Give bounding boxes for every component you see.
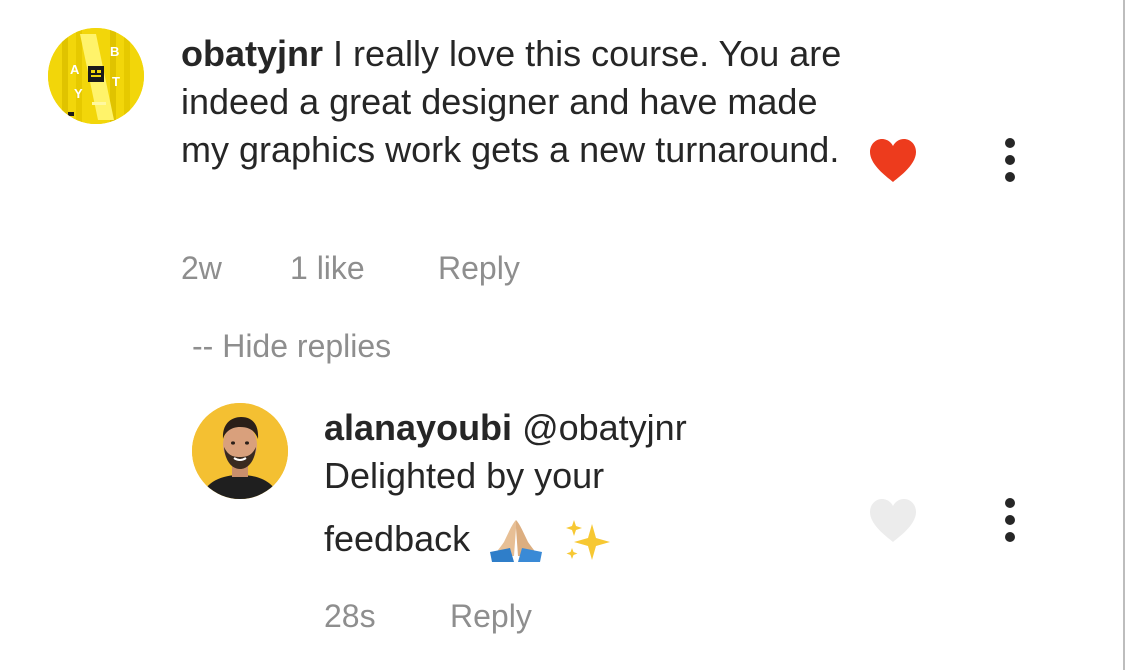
avatar-obatyjnr[interactable]: A B T Y bbox=[48, 28, 144, 124]
comment-like-count[interactable]: 1 like bbox=[290, 250, 365, 287]
avatar-image bbox=[192, 403, 288, 499]
reply-body-line-2: feedback bbox=[324, 514, 614, 564]
avatar-image: A B T Y bbox=[48, 28, 144, 124]
reply-timestamp: 28s bbox=[324, 598, 376, 634]
avatar-alanayoubi[interactable] bbox=[192, 403, 288, 499]
heart-liked-shape bbox=[870, 139, 916, 182]
more-vertical-icon[interactable] bbox=[1000, 497, 1020, 543]
avatar-letter-a: A bbox=[70, 62, 80, 77]
heart-icon[interactable] bbox=[868, 138, 918, 184]
heart-icon[interactable] bbox=[868, 498, 918, 544]
heart-unliked-shape bbox=[870, 499, 916, 542]
avatar-letter-b: B bbox=[110, 44, 119, 59]
more-vertical-icon[interactable] bbox=[1000, 137, 1020, 183]
avatar-letter-t: T bbox=[112, 74, 120, 89]
comment-timestamp: 2w bbox=[181, 250, 222, 286]
reply-body-end: feedback bbox=[324, 518, 471, 559]
reply-mention[interactable]: @obatyjnr bbox=[512, 407, 687, 448]
reply-body-line: Delighted by your bbox=[324, 455, 605, 496]
folded-hands-emoji bbox=[490, 520, 543, 563]
comment-text: obatyjnr I really love this course. You … bbox=[181, 30, 851, 174]
reply-reply-button[interactable]: Reply bbox=[450, 598, 532, 635]
comment-reply-button[interactable]: Reply bbox=[438, 250, 520, 287]
avatar-letter-y: Y bbox=[74, 86, 83, 101]
reply-text: alanayoubi @obatyjnr Delighted by your bbox=[324, 404, 744, 500]
hide-replies-button[interactable]: -- Hide replies bbox=[192, 328, 391, 365]
sparkles-emoji bbox=[566, 520, 611, 561]
reply-username[interactable]: alanayoubi bbox=[324, 407, 512, 448]
comment-username[interactable]: obatyjnr bbox=[181, 33, 323, 74]
